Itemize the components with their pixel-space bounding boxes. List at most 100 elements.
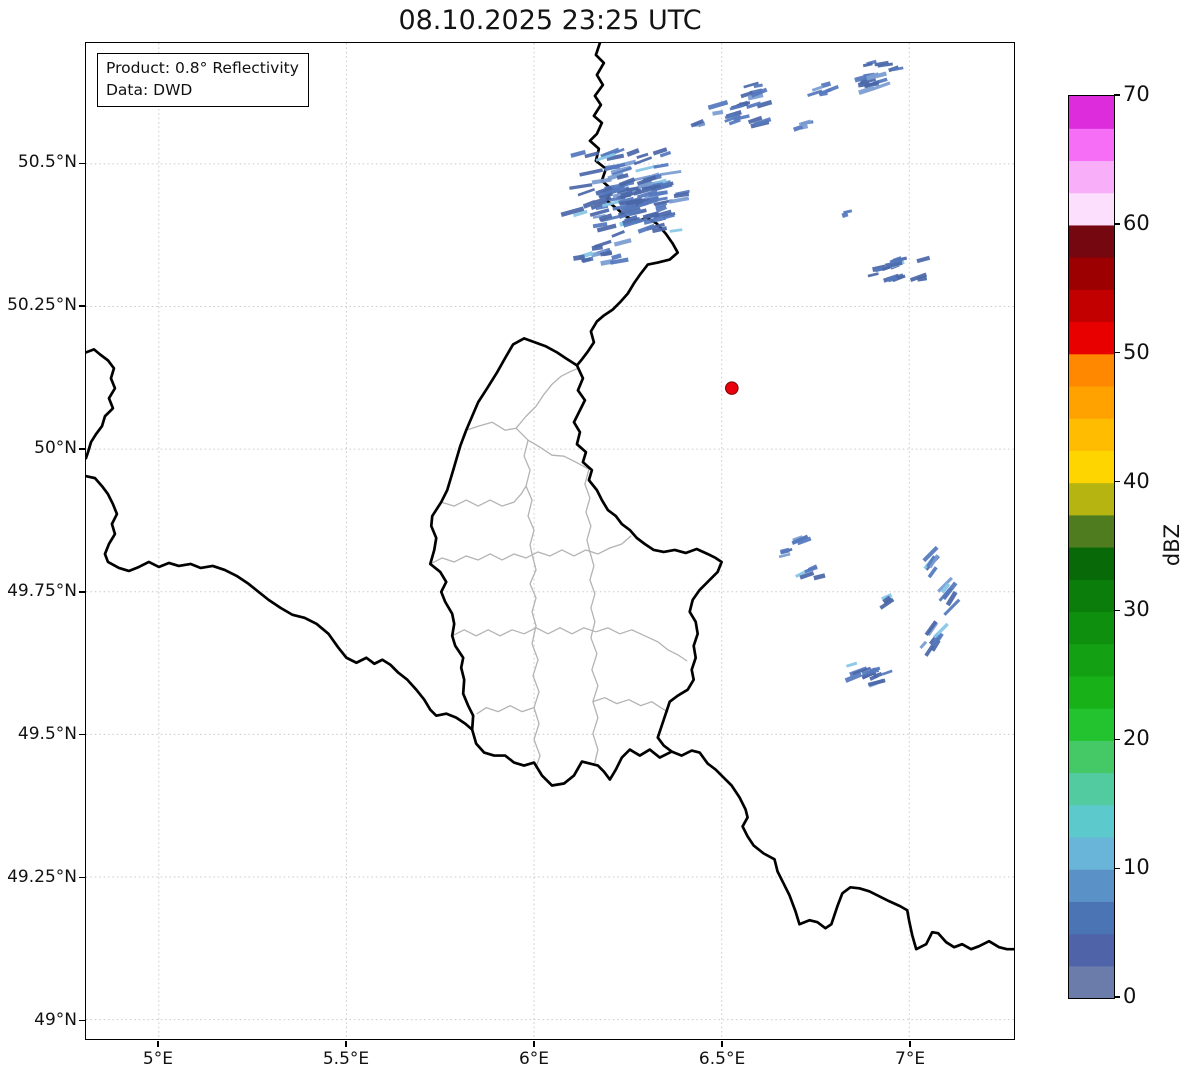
map-plot-area	[85, 42, 1015, 1040]
canton-border	[591, 622, 598, 763]
radar-echo	[561, 206, 585, 217]
x-tickmark	[721, 1041, 722, 1047]
colorbar-segment	[1069, 450, 1114, 483]
colorbar-segment	[1069, 96, 1114, 129]
colorbar-segment	[1069, 289, 1114, 322]
colorbar-segment	[1069, 547, 1114, 580]
canton-border	[593, 698, 668, 712]
radar-echo	[579, 168, 603, 176]
colorbar-tickmark	[1114, 610, 1120, 611]
colorbar-segment	[1069, 837, 1114, 870]
radar-echo	[779, 553, 791, 558]
colorbar-segment	[1069, 805, 1114, 838]
radar-echo	[611, 230, 625, 238]
y-tick-label: 50.25°N	[0, 295, 77, 315]
y-tickmark	[79, 163, 85, 164]
product-info-box: Product: 0.8° Reflectivity Data: DWD	[97, 53, 309, 107]
radar-echo	[660, 170, 682, 176]
colorbar-segment	[1069, 160, 1114, 193]
radar-echo	[868, 272, 879, 277]
radar-echo	[669, 196, 689, 203]
colorbar-gradient	[1069, 96, 1114, 998]
colorbar-segment	[1069, 708, 1114, 741]
colorbar-tickmark	[1114, 868, 1120, 869]
colorbar-tick-label: 60	[1123, 211, 1150, 235]
y-tickmark	[79, 591, 85, 592]
radar-echo	[708, 100, 729, 110]
radar-echo	[846, 662, 857, 668]
colorbar-segment	[1069, 773, 1114, 806]
radar-echo	[626, 148, 639, 157]
country-border	[86, 349, 115, 458]
colorbar-segment	[1069, 515, 1114, 548]
x-tickmark	[157, 1041, 158, 1047]
x-tickmark	[909, 1041, 910, 1047]
x-tickmark	[533, 1041, 534, 1047]
x-tick-label: 7°E	[865, 1049, 955, 1069]
colorbar-tickmark	[1114, 352, 1120, 353]
radar-echo	[670, 228, 683, 233]
radar-echo	[592, 245, 603, 251]
colorbar-segment	[1069, 579, 1114, 612]
x-tick-label: 5°E	[113, 1049, 203, 1069]
radar-echo	[578, 188, 595, 196]
y-tickmark	[79, 1020, 85, 1021]
canton-border	[466, 422, 589, 469]
colorbar-segment	[1069, 740, 1114, 773]
country-border	[86, 476, 472, 729]
y-tickmark	[79, 305, 85, 306]
colorbar-segment	[1069, 869, 1114, 902]
radar-figure: 08.10.2025 23:25 UTC Product: 0.8° Refle…	[0, 0, 1202, 1081]
x-tickmark	[345, 1041, 346, 1047]
radar-echo	[813, 573, 825, 580]
colorbar-tickmark	[1114, 996, 1120, 997]
colorbar-tick-label: 40	[1123, 469, 1150, 493]
colorbar-tick-label: 30	[1123, 597, 1150, 621]
colorbar-segment	[1069, 644, 1114, 677]
colorbar-segment	[1069, 128, 1114, 161]
colorbar-tickmark	[1114, 94, 1120, 95]
canton-border	[477, 706, 534, 714]
colorbar-tick-label: 10	[1123, 855, 1150, 879]
colorbar	[1068, 95, 1115, 999]
y-tick-label: 49.75°N	[0, 581, 77, 601]
y-tick-label: 49.25°N	[0, 867, 77, 887]
radar-echo	[569, 183, 592, 190]
colorbar-segment	[1069, 483, 1114, 516]
canton-border	[441, 486, 526, 506]
radar-echo	[570, 150, 586, 158]
y-tick-label: 49°N	[0, 1010, 77, 1030]
colorbar-segment	[1069, 934, 1114, 967]
colorbar-tickmark	[1114, 739, 1120, 740]
canton-border	[452, 628, 686, 661]
product-line: Product: 0.8° Reflectivity	[106, 57, 299, 79]
canton-border	[585, 469, 595, 622]
radar-echo	[614, 238, 632, 247]
colorbar-segment	[1069, 225, 1114, 258]
y-tickmark	[79, 734, 85, 735]
x-tick-label: 5.5°E	[301, 1049, 391, 1069]
x-tick-label: 6°E	[489, 1049, 579, 1069]
canton-border	[516, 368, 578, 428]
colorbar-tickmark	[1114, 223, 1120, 224]
colorbar-tick-label: 70	[1123, 82, 1150, 106]
radar-echo	[919, 641, 927, 649]
x-tick-label: 6.5°E	[677, 1049, 767, 1069]
colorbar-segment	[1069, 386, 1114, 419]
colorbar-tickmark	[1114, 481, 1120, 482]
colorbar-segment	[1069, 966, 1114, 998]
colorbar-segment	[1069, 901, 1114, 934]
colorbar-segment	[1069, 354, 1114, 387]
colorbar-segment	[1069, 418, 1114, 451]
colorbar-tick-label: 50	[1123, 340, 1150, 364]
y-tickmark	[79, 448, 85, 449]
colorbar-segment	[1069, 676, 1114, 709]
canton-border	[532, 626, 540, 768]
data-source-line: Data: DWD	[106, 79, 299, 101]
colorbar-segment	[1069, 193, 1114, 226]
radar-echo	[916, 256, 930, 263]
country-border	[430, 338, 721, 785]
radar-echo	[712, 110, 723, 116]
canton-border	[524, 440, 536, 626]
colorbar-segment	[1069, 611, 1114, 644]
